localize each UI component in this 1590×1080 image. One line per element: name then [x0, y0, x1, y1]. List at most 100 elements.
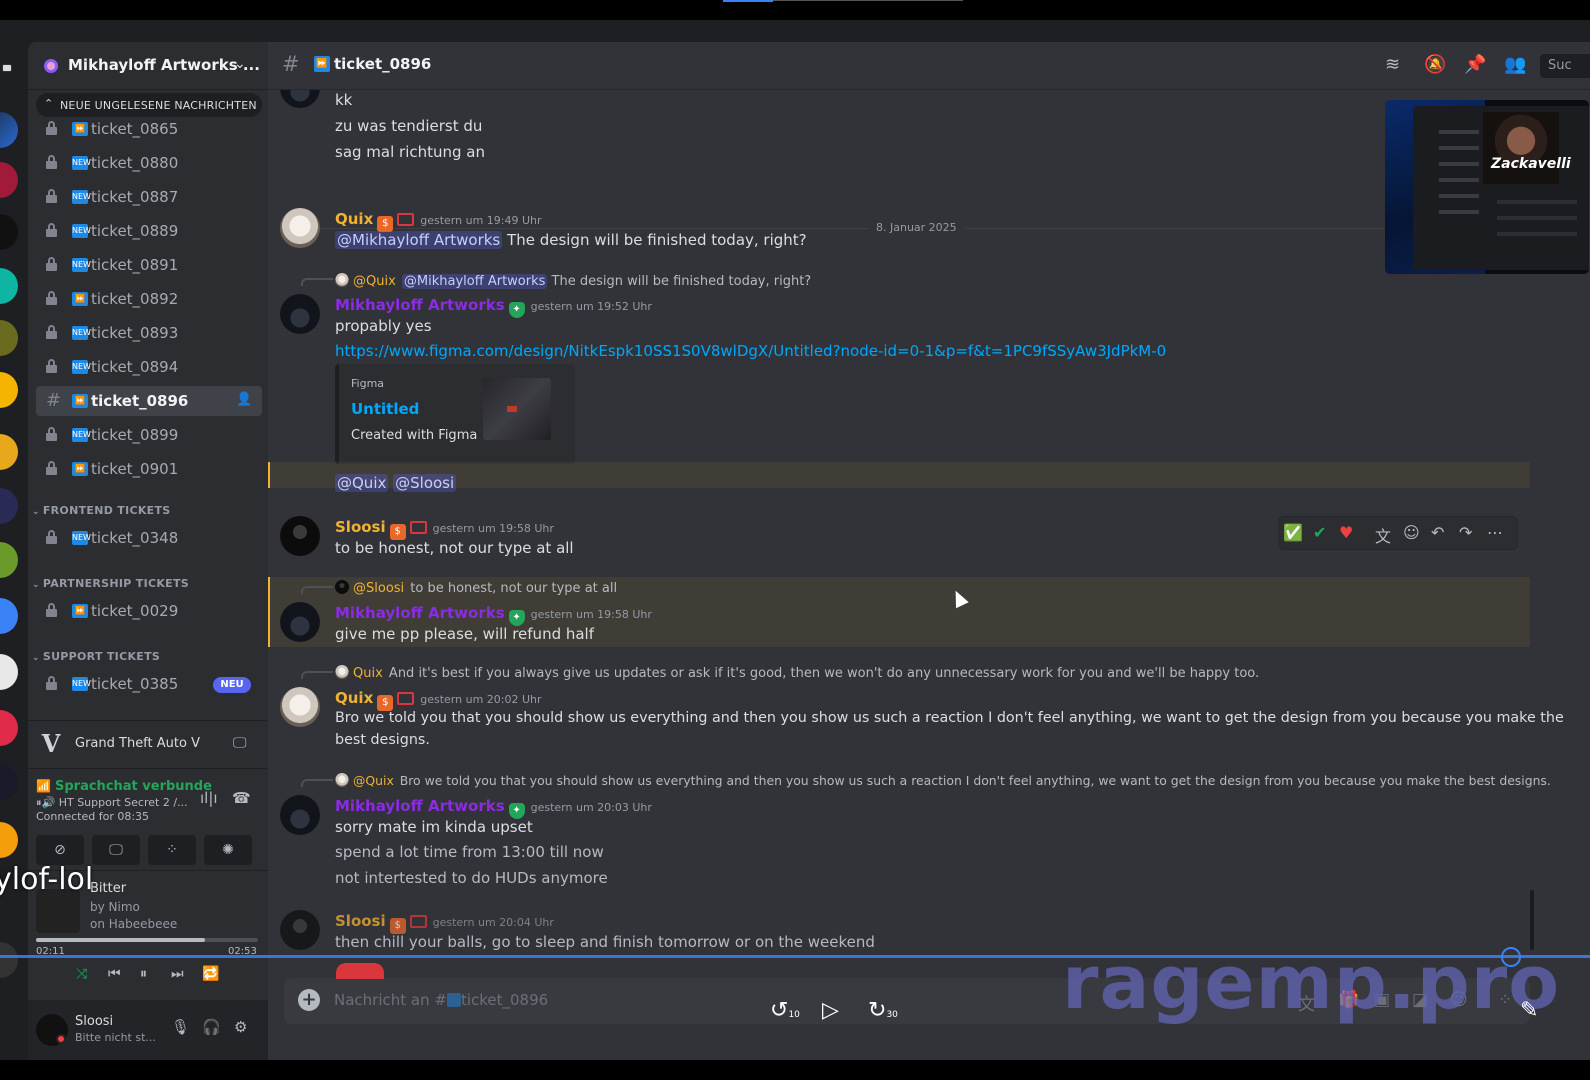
avatar[interactable] — [280, 602, 320, 642]
check-box-reaction-icon[interactable]: ✅ — [1283, 523, 1303, 542]
server-icon[interactable] — [0, 112, 18, 148]
stream-preview[interactable]: Zackavelli — [1384, 99, 1590, 275]
reply-preview[interactable]: Quix And it's best if you always give us… — [335, 665, 1259, 681]
channel-item[interactable]: ⏩ ticket_0892 — [36, 284, 262, 314]
add-member-icon[interactable]: 👤 — [236, 392, 252, 407]
channel-item[interactable]: NEW ticket_0348 — [36, 523, 262, 553]
user-mention[interactable]: @Sloosi — [393, 474, 457, 492]
reply-preview[interactable]: @Quix Bro we told you that you should sh… — [335, 773, 1551, 788]
game-activity[interactable]: V Grand Theft Auto V 🖵 — [28, 720, 268, 768]
author-name[interactable]: Mikhayloff Artworks — [335, 797, 505, 815]
add-reaction-icon[interactable]: ☺ — [1403, 523, 1420, 542]
play-icon[interactable]: ▷ — [822, 998, 839, 1023]
figma-link[interactable]: https://www.figma.com/design/NitkEspk10S… — [335, 342, 1166, 360]
embed-thumbnail[interactable] — [483, 378, 551, 440]
video-progress-bar[interactable] — [0, 955, 1590, 958]
server-icon[interactable] — [0, 268, 18, 304]
member-list-icon[interactable]: 👥 — [1504, 54, 1526, 75]
author-name[interactable]: Sloosi — [335, 518, 386, 536]
threads-icon[interactable]: ≋ — [1385, 54, 1400, 75]
server-icon[interactable] — [0, 488, 18, 524]
channel-item[interactable]: NEW ticket_0899 — [36, 420, 262, 450]
shuffle-icon[interactable]: ⤨ — [76, 966, 87, 982]
previous-icon[interactable]: ⏮ — [108, 966, 121, 982]
video-progress-knob[interactable] — [1501, 947, 1521, 967]
avatar[interactable] — [280, 208, 320, 248]
check-reaction-icon[interactable]: ✔ — [1313, 523, 1326, 542]
server-icon[interactable] — [0, 434, 18, 470]
channel-item[interactable]: ⏩ ticket_0865 — [36, 114, 262, 144]
avatar[interactable] — [280, 795, 320, 835]
embed-title[interactable]: Untitled — [351, 400, 419, 418]
voice-status[interactable]: Sprachchat verbunde — [55, 779, 212, 794]
avatar[interactable] — [280, 910, 320, 950]
stream-icon[interactable]: 🖵 — [233, 735, 247, 751]
server-icon[interactable] — [0, 942, 18, 978]
server-icon[interactable] — [0, 214, 18, 250]
author-name[interactable]: Sloosi — [335, 912, 386, 930]
avatar[interactable] — [280, 294, 320, 334]
noise-suppression-icon[interactable]: ıl|ı — [200, 789, 218, 807]
server-icon[interactable] — [0, 822, 18, 858]
server-icon[interactable] — [0, 710, 18, 746]
channel-item-active[interactable]: # ⏩ ticket_0896 👤 — [36, 386, 262, 416]
avatar[interactable] — [280, 90, 320, 108]
reply-icon[interactable]: ↶ — [1431, 523, 1444, 542]
channel-item[interactable]: NEW ticket_0891 — [36, 250, 262, 280]
channel-item[interactable]: NEW ticket_0887 — [36, 182, 262, 212]
search-input[interactable]: Suc — [1540, 54, 1590, 78]
avatar[interactable] — [280, 687, 320, 727]
screen-share-icon[interactable]: 🖵 — [92, 835, 140, 865]
headphones-icon[interactable]: 🎧 — [202, 1018, 221, 1036]
channel-item[interactable]: NEW ticket_0880 — [36, 148, 262, 178]
gear-icon[interactable]: ⚙ — [234, 1018, 247, 1036]
camera-off-icon[interactable]: ⊘ — [36, 835, 84, 865]
author-name[interactable]: Mikhayloff Artworks — [335, 604, 505, 622]
server-icon[interactable] — [0, 542, 18, 578]
disconnect-icon[interactable]: ☎ — [232, 789, 251, 807]
notifications-muted-icon[interactable]: 🔕 — [1424, 54, 1446, 75]
channel-item[interactable]: NEW ticket_0893 — [36, 318, 262, 348]
forward-icon[interactable]: ↷ — [1459, 523, 1472, 542]
more-icon[interactable]: ⋯ — [1487, 523, 1503, 542]
server-icon[interactable] — [0, 320, 18, 356]
user-mention[interactable]: @Mikhayloff Artworks — [335, 231, 503, 249]
user-mention[interactable]: @Quix — [335, 474, 389, 492]
translate-icon[interactable]: 文 — [1375, 523, 1391, 547]
channel-item[interactable]: NEW ticket_0889 — [36, 216, 262, 246]
pin-icon[interactable]: 📌 — [1464, 54, 1486, 75]
channel-item[interactable]: ⏩ ticket_0901 — [36, 454, 262, 484]
plus-icon[interactable]: + — [298, 989, 320, 1011]
author-name[interactable]: Quix — [335, 210, 373, 228]
channel-item[interactable]: ⏩ ticket_0029 — [36, 596, 262, 626]
category-partnership[interactable]: ⌄ PARTNERSHIP TICKETS — [32, 577, 189, 590]
pen-icon[interactable]: ✎ — [1520, 998, 1538, 1023]
guild-header[interactable]: Mikhayloff Artworks ... ⌄ — [28, 42, 268, 90]
server-icon[interactable] — [0, 162, 18, 198]
channel-item[interactable]: NEW ticket_0894 — [36, 352, 262, 382]
activities-icon[interactable]: ⁘ — [148, 835, 196, 865]
heart-reaction-icon[interactable]: ♥ — [1339, 523, 1353, 542]
next-icon[interactable]: ⏭ — [171, 966, 184, 982]
category-frontend[interactable]: ⌄ FRONTEND TICKETS — [32, 504, 171, 517]
soundboard-icon[interactable]: ✺ — [204, 835, 252, 865]
channel-item[interactable]: NEW ticket_0385 NEU — [36, 669, 262, 699]
author-name[interactable]: Quix — [335, 689, 373, 707]
reply-preview[interactable]: @Quix @Mikhayloff Artworks The design wi… — [335, 273, 811, 289]
microphone-icon[interactable]: 🎙 — [171, 1018, 190, 1036]
composer-placeholder[interactable]: Nachricht an # ticket_0896 — [334, 991, 548, 1009]
server-icon[interactable] — [0, 764, 18, 800]
pause-icon[interactable]: ⏸ — [140, 966, 147, 982]
reply-preview[interactable]: @Sloosi to be honest, not our type at al… — [335, 580, 617, 596]
rewind-icon[interactable]: ↺10 — [770, 998, 800, 1023]
repeat-icon[interactable]: 🔁 — [202, 966, 219, 982]
track-progress-bar[interactable] — [36, 938, 258, 942]
server-icon[interactable] — [0, 598, 18, 634]
user-name[interactable]: Sloosi — [75, 1014, 113, 1029]
voice-channel[interactable]: ⏸🔊 HT Support Secret 2 /... — [36, 796, 188, 810]
category-support[interactable]: ⌄ SUPPORT TICKETS — [32, 650, 160, 663]
server-icon[interactable] — [0, 654, 18, 690]
server-icon[interactable] — [0, 372, 18, 408]
author-name[interactable]: Mikhayloff Artworks — [335, 296, 505, 314]
forward-skip-icon[interactable]: ↻30 — [868, 998, 898, 1023]
